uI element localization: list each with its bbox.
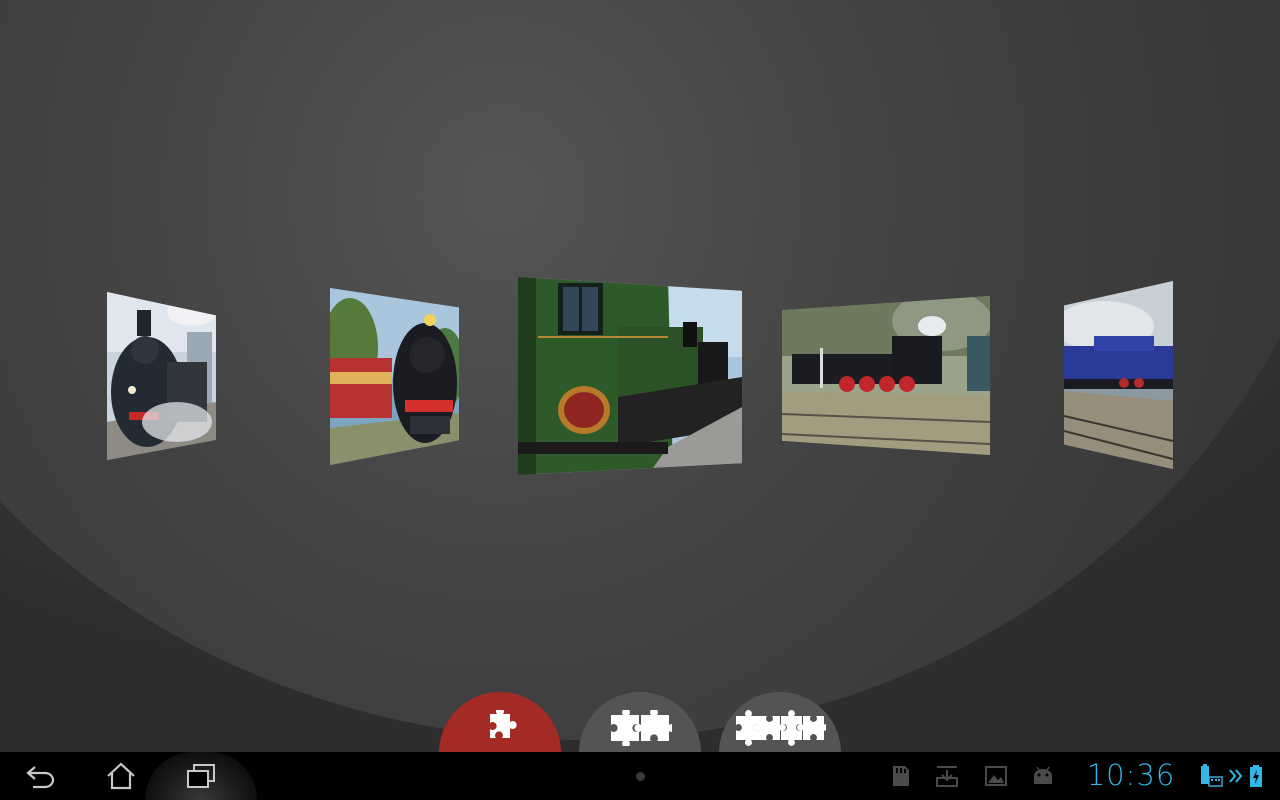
gallery-icon xyxy=(985,766,1007,786)
difficulty-selector xyxy=(0,0,1280,752)
double-chevron-icon xyxy=(1229,769,1243,783)
status-clock: 10:36 xyxy=(1086,758,1176,792)
android-debug-icon xyxy=(1034,766,1052,784)
sd-card-icon xyxy=(893,766,909,786)
home-button[interactable] xyxy=(102,752,140,800)
page-indicator-dot xyxy=(636,772,645,781)
puzzle-many-pieces-icon xyxy=(736,710,826,746)
home-icon xyxy=(107,762,135,790)
recent-apps-icon xyxy=(187,764,215,788)
back-icon xyxy=(26,766,55,789)
app-background xyxy=(0,0,1280,752)
back-button[interactable] xyxy=(20,752,62,800)
charging-battery-icon xyxy=(1250,765,1262,787)
battery-keyboard-icon xyxy=(1201,764,1223,787)
download-icon xyxy=(936,766,958,787)
recent-apps-button[interactable] xyxy=(182,752,220,800)
difficulty-hard-button[interactable] xyxy=(719,692,841,752)
puzzle-single-piece-icon xyxy=(490,710,517,738)
difficulty-easy-button[interactable] xyxy=(439,692,561,752)
puzzle-few-pieces-icon xyxy=(611,710,672,746)
difficulty-medium-button[interactable] xyxy=(579,692,701,752)
